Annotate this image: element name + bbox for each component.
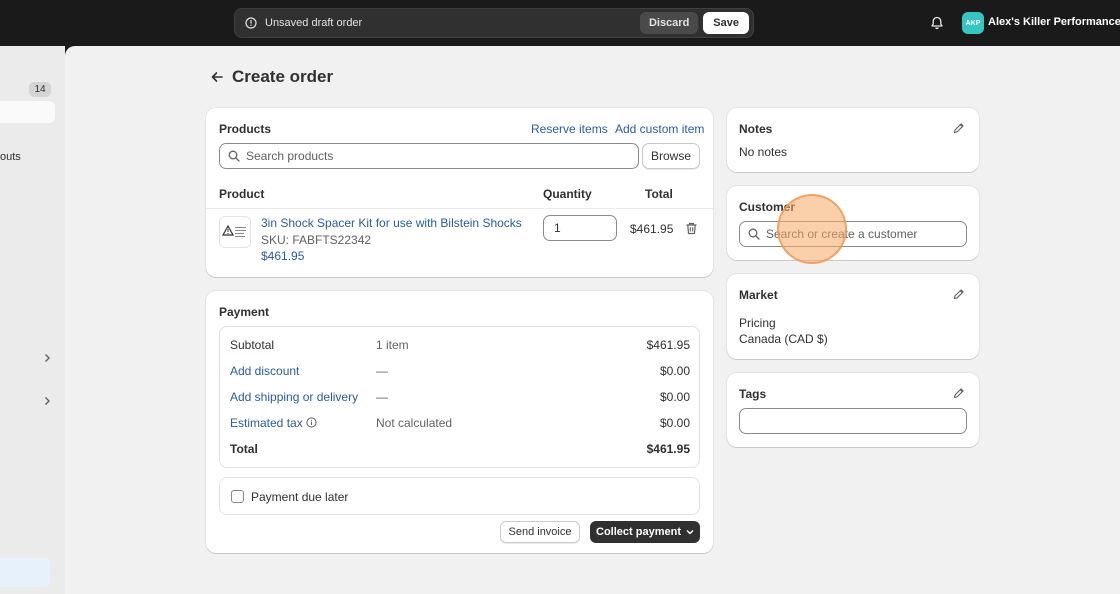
payment-row-shipping: Add shipping or delivery — $0.00 bbox=[230, 390, 690, 406]
chevron-right-icon[interactable] bbox=[42, 353, 52, 363]
search-products-placeholder: Search products bbox=[246, 149, 334, 163]
search-products-input[interactable]: Search products bbox=[219, 143, 639, 169]
tags-title: Tags bbox=[739, 387, 767, 401]
sidebar: 14 outs bbox=[0, 46, 65, 594]
chevron-down-icon bbox=[686, 530, 694, 535]
page-title: Create order bbox=[232, 67, 334, 86]
draft-status-text: Unsaved draft order bbox=[265, 17, 363, 29]
divider bbox=[206, 208, 713, 209]
estimated-tax-label-wrap: Estimated tax bbox=[230, 416, 317, 430]
page-header: Create order bbox=[209, 67, 333, 87]
chevron-right-icon[interactable] bbox=[42, 396, 52, 406]
store-name[interactable]: Alex's Killer Performance bbox=[988, 16, 1120, 28]
notes-title: Notes bbox=[739, 122, 773, 136]
product-sku: SKU: FABFTS22342 bbox=[261, 233, 372, 247]
store-avatar[interactable]: AKP bbox=[962, 12, 984, 34]
payment-row-total: Total $461.95 bbox=[230, 442, 690, 458]
browse-button[interactable]: Browse bbox=[642, 143, 700, 169]
market-pricing-label: Pricing bbox=[739, 316, 776, 330]
subtotal-label: Subtotal bbox=[230, 338, 275, 352]
customer-search-placeholder: Search or create a customer bbox=[766, 227, 918, 241]
shipping-detail: — bbox=[376, 390, 388, 404]
customer-title: Customer bbox=[739, 200, 796, 214]
payment-summary: Subtotal 1 item $461.95 Add discount — $… bbox=[219, 326, 700, 468]
tags-input[interactable] bbox=[739, 408, 967, 434]
payment-due-later-label[interactable]: Payment due later bbox=[251, 490, 348, 504]
subtotal-detail: 1 item bbox=[376, 338, 409, 352]
payment-card: Payment Subtotal 1 item $461.95 Add disc… bbox=[206, 291, 713, 553]
tax-detail: Not calculated bbox=[376, 416, 453, 430]
discard-button[interactable]: Discard bbox=[639, 12, 699, 34]
products-card: Products Reserve items Add custom item S… bbox=[206, 108, 713, 277]
customer-card: Customer Search or create a customer bbox=[727, 186, 979, 260]
collect-payment-label: Collect payment bbox=[596, 526, 681, 538]
info-icon[interactable] bbox=[306, 417, 317, 428]
tax-amount: $0.00 bbox=[659, 416, 690, 430]
market-card: Market Pricing Canada (CAD $) bbox=[727, 274, 979, 359]
unsaved-draft-bar: Unsaved draft order Discard Save bbox=[234, 8, 754, 38]
sidebar-count-badge: 14 bbox=[29, 82, 51, 97]
save-button[interactable]: Save bbox=[703, 12, 749, 34]
subtotal-amount: $461.95 bbox=[646, 338, 690, 352]
total-amount: $461.95 bbox=[646, 442, 690, 456]
collect-payment-button[interactable]: Collect payment bbox=[590, 521, 700, 543]
product-name-link[interactable]: 3in Shock Spacer Kit for use with Bilste… bbox=[261, 216, 522, 230]
pencil-icon[interactable] bbox=[953, 122, 965, 134]
payment-row-discount: Add discount — $0.00 bbox=[230, 364, 690, 380]
products-title: Products bbox=[219, 122, 272, 136]
sidebar-item-active[interactable] bbox=[0, 101, 55, 123]
notes-card: Notes No notes bbox=[727, 108, 979, 172]
discount-amount: $0.00 bbox=[659, 364, 690, 378]
pencil-icon[interactable] bbox=[953, 288, 965, 300]
send-invoice-button[interactable]: Send invoice bbox=[500, 521, 580, 543]
column-header-quantity: Quantity bbox=[543, 187, 592, 201]
market-title: Market bbox=[739, 288, 778, 302]
add-custom-item-link[interactable]: Add custom item bbox=[615, 122, 704, 136]
sidebar-item-label[interactable]: outs bbox=[0, 151, 21, 163]
pencil-icon[interactable] bbox=[953, 387, 965, 399]
line-total: $461.95 bbox=[630, 222, 674, 236]
product-thumbnail bbox=[219, 216, 251, 248]
back-arrow-icon[interactable] bbox=[209, 69, 225, 85]
tags-card: Tags bbox=[727, 373, 979, 447]
reserve-items-link[interactable]: Reserve items bbox=[531, 122, 608, 136]
sidebar-item-highlighted[interactable] bbox=[0, 558, 50, 587]
search-icon bbox=[748, 228, 760, 240]
customer-search-input[interactable]: Search or create a customer bbox=[739, 221, 967, 247]
column-header-product: Product bbox=[219, 187, 265, 201]
product-price: $461.95 bbox=[261, 249, 305, 263]
add-discount-link[interactable]: Add discount bbox=[230, 364, 299, 378]
payment-due-later-checkbox[interactable] bbox=[231, 490, 244, 503]
discount-detail: — bbox=[376, 364, 388, 378]
payment-row-subtotal: Subtotal 1 item $461.95 bbox=[230, 338, 690, 354]
top-bar: Unsaved draft order Discard Save AKP Ale… bbox=[0, 0, 1120, 46]
quantity-input[interactable] bbox=[543, 215, 617, 241]
notification-bell-icon[interactable] bbox=[930, 16, 944, 30]
search-icon bbox=[228, 150, 240, 162]
shipping-amount: $0.00 bbox=[659, 390, 690, 404]
market-currency: Canada (CAD $) bbox=[739, 332, 828, 346]
estimated-tax-link[interactable]: Estimated tax bbox=[230, 416, 303, 430]
payment-row-tax: Estimated tax Not calculated $0.00 bbox=[230, 416, 690, 432]
add-shipping-link[interactable]: Add shipping or delivery bbox=[230, 390, 358, 404]
warning-label-image bbox=[222, 224, 246, 237]
payment-title: Payment bbox=[219, 305, 270, 319]
payment-due-later-box: Payment due later bbox=[219, 477, 700, 515]
column-header-total: Total bbox=[645, 187, 673, 201]
notes-text: No notes bbox=[739, 145, 788, 159]
trash-icon[interactable] bbox=[685, 222, 698, 235]
alert-circle-icon bbox=[245, 17, 257, 29]
total-label: Total bbox=[230, 442, 258, 456]
